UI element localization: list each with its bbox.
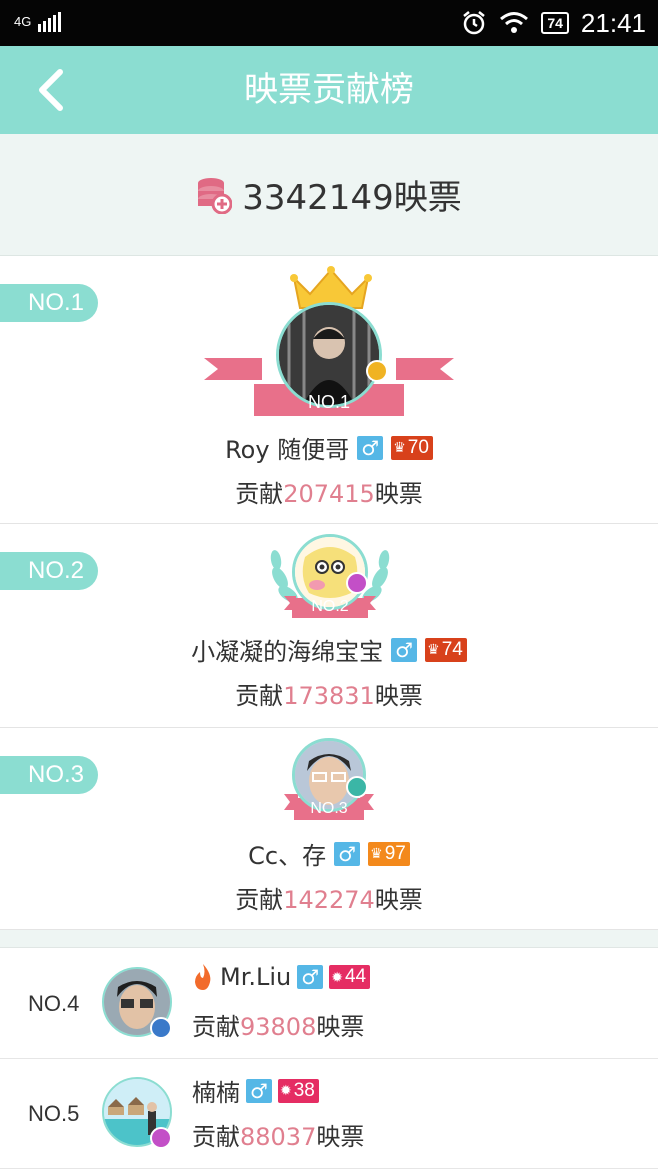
contrib-suffix: 映票 <box>374 682 423 710</box>
level-badge: ✹ 44 <box>329 965 371 989</box>
user-name: Cc、存 <box>248 842 327 870</box>
user-name: Roy 随便哥 <box>225 436 350 464</box>
banner-label: NO.1 <box>307 392 350 412</box>
section-divider <box>0 930 658 948</box>
banner-label: NO.2 <box>311 598 349 615</box>
banner-label: NO.3 <box>310 800 348 817</box>
contribution: 贡献93808映票 <box>192 1007 364 1042</box>
total-votes: 3342149映票 <box>242 178 462 218</box>
contrib-prefix: 贡献 <box>235 480 284 508</box>
network-type: 4G <box>14 14 32 29</box>
crown-level-icon: ♛ <box>427 641 440 657</box>
contribution: 贡献142274映票 <box>0 880 658 915</box>
contrib-value: 173831 <box>283 682 375 710</box>
rank-tab: NO.2 <box>0 552 98 590</box>
contrib-prefix: 贡献 <box>235 682 284 710</box>
rank-tab: NO.3 <box>0 756 98 794</box>
rank-entry-2[interactable]: NO.2 NO.2 小凝凝的海绵宝宝 ♂ ♛ 74 贡献173831映票 <box>0 524 658 728</box>
vip-badge-icon <box>150 1017 172 1039</box>
fire-icon <box>195 964 211 990</box>
crown-level-icon: ♛ <box>393 439 406 455</box>
contrib-suffix: 映票 <box>316 1013 365 1041</box>
male-icon: ♂ <box>334 841 361 866</box>
male-icon: ♂ <box>246 1078 272 1103</box>
level-badge: ♛ 97 <box>368 841 410 866</box>
male-icon: ♂ <box>297 965 324 989</box>
vip-badge-icon <box>150 1127 172 1149</box>
rank-label: NO.4 <box>28 991 80 1016</box>
rank-label: NO.5 <box>28 1101 80 1126</box>
sun-level-icon: ✹ <box>280 1082 292 1098</box>
nav-bar: 映票贡献榜 <box>0 46 658 134</box>
clock: 21:41 <box>580 7 646 38</box>
rank-entry-3[interactable]: NO.3 NO.3 Cc、存 ♂ ♛ 97 贡献142274映票 <box>0 728 658 930</box>
page-title: 映票贡献榜 <box>244 70 414 110</box>
contribution: 贡献88037映票 <box>192 1117 364 1152</box>
battery-icon: 74 <box>541 12 569 34</box>
level-badge: ♛ 70 <box>391 435 433 460</box>
level-value: 44 <box>344 966 367 987</box>
avatar-image <box>279 305 379 405</box>
back-button[interactable] <box>28 64 80 116</box>
contrib-value: 207415 <box>283 480 375 508</box>
contrib-suffix: 映票 <box>316 1123 365 1151</box>
vip-badge-icon <box>366 360 388 382</box>
vip-badge-icon <box>346 776 368 798</box>
rank-entry-1[interactable]: NO.1 NO.1 Roy 随便哥 ♂ ♛ 70 贡献207415映票 <box>0 256 658 524</box>
user-name: 楠楠 <box>192 1079 240 1107</box>
level-value: 74 <box>441 638 463 660</box>
contrib-prefix: 贡献 <box>192 1013 240 1041</box>
alarm-icon <box>463 11 486 35</box>
contrib-value: 142274 <box>283 886 375 914</box>
contrib-value: 93808 <box>240 1013 317 1041</box>
contrib-value: 88037 <box>240 1123 317 1151</box>
wifi-icon <box>500 12 529 33</box>
avatar-image <box>295 741 363 809</box>
level-badge: ✹ 38 <box>278 1078 319 1103</box>
level-badge: ♛ 74 <box>425 637 467 662</box>
level-value: 70 <box>407 436 429 458</box>
total-votes-bar: 3342149映票 <box>0 134 658 256</box>
vip-badge-icon <box>346 572 368 594</box>
user-name: Mr.Liu <box>220 963 292 991</box>
contribution: 贡献207415映票 <box>0 474 658 509</box>
status-bar: 4G 74 21:41 <box>0 0 658 46</box>
contrib-suffix: 映票 <box>374 480 423 508</box>
contribution: 贡献173831映票 <box>0 676 658 711</box>
male-icon: ♂ <box>357 435 384 460</box>
chevron-left-icon <box>39 69 63 111</box>
male-icon: ♂ <box>391 637 418 662</box>
level-value: 38 <box>293 1079 315 1101</box>
rank-entry-5[interactable]: NO.5 楠楠 ♂ ✹ 38 贡献88037映票 <box>0 1059 658 1169</box>
rank-tab: NO.1 <box>0 284 98 322</box>
crown-level-icon: ♛ <box>370 845 383 861</box>
contrib-suffix: 映票 <box>374 886 423 914</box>
sun-level-icon: ✹ <box>331 968 343 985</box>
rank-entry-4[interactable]: NO.4 Mr.Liu ♂ ✹ 44 贡献93808映票 <box>0 949 658 1059</box>
coins-plus-icon <box>198 177 233 214</box>
level-value: 97 <box>384 842 406 864</box>
contrib-prefix: 贡献 <box>192 1123 240 1151</box>
signal-icon <box>38 12 61 32</box>
contrib-prefix: 贡献 <box>235 886 284 914</box>
user-name: 小凝凝的海绵宝宝 <box>191 638 384 666</box>
